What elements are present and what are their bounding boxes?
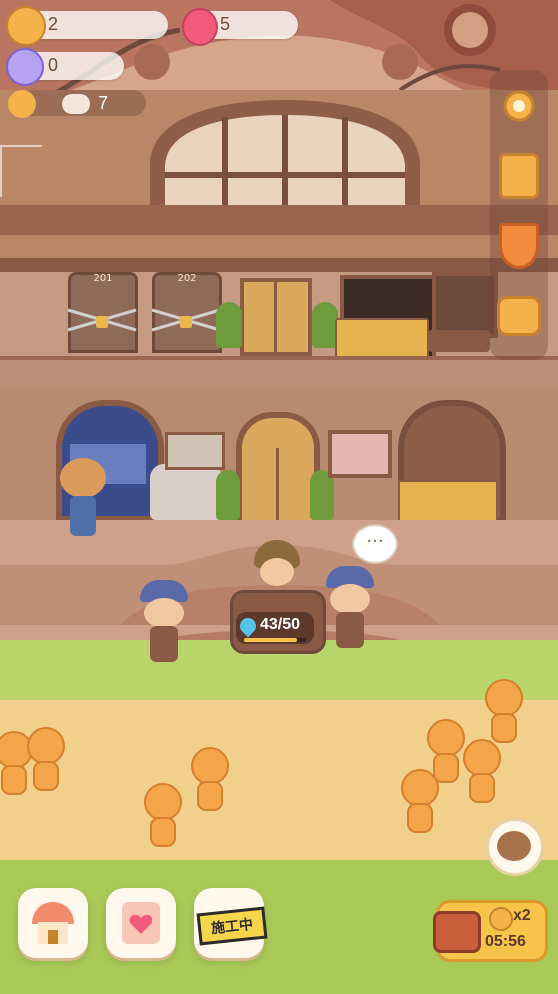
- gingerbread-7: [463, 739, 501, 803]
- receptionist-face: [260, 558, 294, 586]
- progress-track: [244, 638, 306, 642]
- gingerbread-8: [401, 769, 439, 833]
- bag-button[interactable]: [495, 292, 543, 340]
- gem-icon: [6, 48, 44, 86]
- beaver-helper-button[interactable]: [486, 818, 544, 876]
- gingerbread-crowd: [0, 679, 523, 847]
- construction-button[interactable]: 施工中: [194, 888, 268, 958]
- dog-body: [70, 496, 96, 536]
- fan-count: 7: [98, 93, 109, 113]
- gingerbread-2: [27, 727, 65, 791]
- dog-head: [60, 458, 106, 498]
- water-drop-icon: [236, 614, 260, 638]
- worker-left-body: [150, 626, 178, 662]
- ghost-icon: [62, 94, 90, 114]
- plant-3: [216, 470, 240, 520]
- game-scene: 201 202 2 5 0 7 ··· 43/50 施工中 x2 05:56: [0, 0, 558, 994]
- cobweb-left: [0, 145, 42, 197]
- landscape-painting: [328, 430, 392, 478]
- gem-count: 0: [48, 55, 59, 75]
- progress-fill: [244, 638, 297, 642]
- settings-button[interactable]: [495, 82, 543, 130]
- cookie-icon: [6, 6, 46, 46]
- notebook-heart-icon: [122, 902, 160, 944]
- progress-text: 43/50: [260, 616, 301, 633]
- upper-right-window: [432, 272, 498, 338]
- second-floor-ceiling: [0, 258, 558, 272]
- plant-1: [216, 302, 242, 348]
- gingerbread-6: [427, 719, 465, 783]
- chains-icon: [67, 308, 221, 332]
- elevator-upper[interactable]: [240, 278, 312, 356]
- worker-left-face: [144, 598, 184, 628]
- candy-icon: [182, 8, 218, 46]
- speech-bubble[interactable]: ···: [352, 524, 398, 564]
- barricade-upper[interactable]: [335, 318, 429, 360]
- gear-icon: [503, 90, 535, 122]
- rubble-rock: [150, 464, 224, 520]
- notice-board: [165, 432, 225, 470]
- ad-multiplier: x2: [513, 907, 531, 924]
- medal-icon: [499, 223, 539, 269]
- house-icon: [32, 902, 74, 944]
- gingerbread-1: [0, 731, 33, 795]
- elevator-lower[interactable]: [236, 412, 320, 532]
- door-202-label: 202: [177, 273, 197, 284]
- ad-cookie-icon: [489, 907, 513, 931]
- cookie-count: 2: [48, 14, 59, 34]
- diary-button[interactable]: [106, 888, 176, 958]
- megaphone-icon[interactable]: [8, 90, 36, 118]
- quest-button[interactable]: [495, 152, 543, 200]
- tv-icon: [433, 911, 481, 953]
- house-button[interactable]: [18, 888, 88, 958]
- gingerbread-5: [485, 679, 523, 743]
- beaver-icon: [497, 831, 531, 861]
- gingerbread-3: [191, 747, 229, 811]
- rank-button[interactable]: [495, 222, 543, 270]
- elevator-lower-split: [276, 448, 279, 526]
- worker-right-body: [336, 612, 364, 648]
- gingerbread-4: [144, 783, 182, 847]
- ad-timer: 05:56: [485, 933, 526, 950]
- candy-count: 5: [220, 14, 231, 34]
- speech-bubble-text: ···: [366, 531, 384, 552]
- construction-sign: 施工中: [196, 906, 268, 946]
- quest-card-icon: [499, 153, 539, 199]
- ad-bonus-panel[interactable]: x2 05:56: [433, 900, 548, 962]
- worker-left[interactable]: [136, 580, 192, 665]
- backpack-icon: [497, 296, 541, 336]
- bench-upper: [428, 330, 490, 352]
- worker-right-face: [330, 584, 370, 614]
- door-201-label: 201: [93, 273, 113, 284]
- elevator-upper-split: [274, 282, 277, 352]
- dog-character[interactable]: [58, 458, 108, 538]
- worker-right[interactable]: [322, 566, 378, 651]
- progress-panel[interactable]: 43/50: [236, 612, 314, 644]
- upper-balcony-rail: [0, 205, 558, 235]
- construction-label: 施工中: [210, 915, 254, 937]
